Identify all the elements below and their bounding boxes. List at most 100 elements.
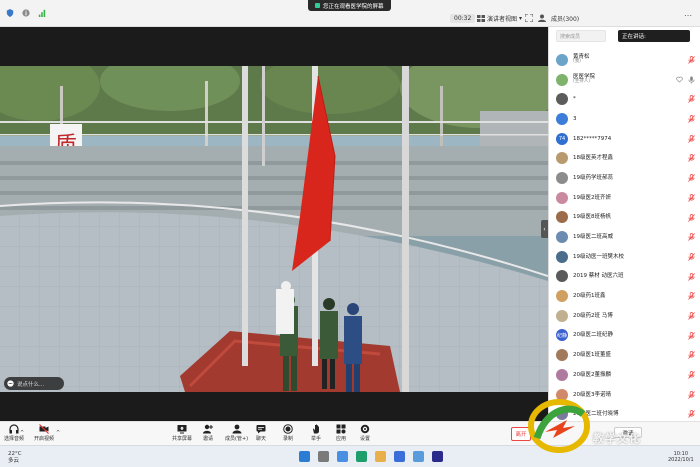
mic-muted-icon[interactable] bbox=[688, 371, 695, 379]
clock[interactable]: 10:10 2022/10/1 bbox=[668, 451, 694, 463]
avatar bbox=[556, 290, 568, 303]
app-window: 您正在观看医学院的屏幕 00:32 演讲者视图 ▾ 成员(300) ⋯ 质 说点… bbox=[0, 0, 700, 467]
member-row[interactable]: 19级药学班郝蕊 bbox=[549, 168, 700, 188]
member-row[interactable]: 2019 蔡材 动医六班 bbox=[549, 267, 700, 287]
chat-label: 聊天 bbox=[256, 436, 267, 442]
member-row[interactable]: 20级药2班 马博 bbox=[549, 306, 700, 326]
member-name: 20级药1班鑫 bbox=[573, 293, 606, 299]
chat-icon bbox=[256, 425, 266, 434]
window-icons bbox=[525, 14, 546, 22]
invite-toolbar-button[interactable]: 邀请 bbox=[203, 424, 213, 442]
mic-muted-icon[interactable] bbox=[688, 134, 695, 143]
member-row[interactable]: 纪静 20级医二班纪静 bbox=[549, 326, 700, 346]
video-options-chevron[interactable]: ^ bbox=[56, 430, 60, 436]
collapse-panel-handle[interactable]: ‹ bbox=[541, 220, 548, 238]
raise-hand-button[interactable]: 举手 bbox=[311, 424, 321, 442]
member-row[interactable]: 19级医8班杨帆 bbox=[549, 208, 700, 228]
mic-muted-icon[interactable] bbox=[688, 154, 695, 163]
member-name: 黄青松 (我) bbox=[573, 54, 590, 65]
watermark-text: 教学文化 bbox=[593, 432, 641, 445]
member-name: 20级医二班纪静 bbox=[573, 332, 613, 338]
member-name: 182*****7974 bbox=[573, 136, 611, 142]
mic-muted-icon[interactable] bbox=[688, 115, 695, 123]
member-row[interactable]: 黄青松 (我) bbox=[549, 50, 700, 70]
member-name: 2019 蔡材 动医六班 bbox=[573, 273, 624, 279]
fullscreen-icon[interactable] bbox=[525, 14, 533, 22]
mic-muted-icon[interactable] bbox=[688, 410, 695, 419]
meeting-timer: 00:32 bbox=[450, 14, 476, 23]
member-row[interactable]: 20级医2董振麟 bbox=[549, 365, 700, 385]
record-button[interactable]: 录制 bbox=[283, 424, 293, 442]
member-row[interactable]: 20级药1班鑫 bbox=[549, 286, 700, 306]
chat-input[interactable]: 说点什么... bbox=[4, 377, 64, 390]
member-name-text: * bbox=[573, 96, 576, 103]
top-bar: 您正在观看医学院的屏幕 00:32 演讲者视图 ▾ 成员(300) ⋯ bbox=[0, 0, 700, 27]
avatar bbox=[556, 152, 568, 165]
member-row[interactable]: 74 182*****7974 bbox=[549, 129, 700, 149]
apps-button[interactable]: 应用 bbox=[336, 424, 346, 442]
shared-video: 质 bbox=[0, 66, 548, 392]
member-row[interactable]: * bbox=[549, 89, 700, 109]
person-icon[interactable] bbox=[538, 14, 546, 22]
member-name: 19级动医一班樊木校 bbox=[573, 254, 624, 260]
member-list: 黄青松 (我) 医医学院 (主持人) * 3 74 182*****7974 18级医英才程鑫 1… bbox=[549, 50, 700, 421]
mic-muted-icon[interactable] bbox=[688, 233, 695, 241]
member-row[interactable]: 18级医英才程鑫 bbox=[549, 148, 700, 168]
mic-muted-icon[interactable] bbox=[688, 292, 695, 301]
member-name-text: 19级医2班齐妍 bbox=[573, 194, 611, 201]
mic-muted-icon[interactable] bbox=[688, 213, 695, 222]
record-icon bbox=[283, 424, 293, 434]
view-mode-button[interactable]: 演讲者视图 ▾ bbox=[477, 14, 522, 23]
edge-browser-icon[interactable] bbox=[356, 451, 367, 462]
settings-button[interactable]: 设置 bbox=[360, 424, 370, 442]
mic-muted-icon[interactable] bbox=[688, 351, 695, 360]
meeting-app-icon[interactable] bbox=[394, 451, 405, 462]
weather-widget[interactable]: 22°C 多云 bbox=[8, 451, 22, 464]
member-row[interactable]: 19级医2班齐妍 bbox=[549, 188, 700, 208]
store-icon[interactable] bbox=[413, 451, 424, 462]
avatar bbox=[556, 53, 568, 66]
mic-muted-icon[interactable] bbox=[688, 253, 695, 261]
watermark-logo bbox=[528, 399, 590, 453]
more-icon[interactable]: ⋯ bbox=[684, 11, 692, 20]
search-icon[interactable] bbox=[318, 451, 329, 462]
settings-label: 设置 bbox=[360, 436, 371, 442]
member-row[interactable]: 20级医1班董盛 bbox=[549, 345, 700, 365]
signal-icon[interactable] bbox=[38, 9, 46, 17]
chat-input-placeholder: 说点什么... bbox=[17, 381, 45, 388]
windows-start-icon[interactable] bbox=[299, 451, 310, 462]
members-button[interactable]: 成员(管+) bbox=[225, 424, 248, 442]
chevron-up-icon: ^ bbox=[56, 430, 61, 436]
app-icon[interactable] bbox=[432, 451, 443, 462]
member-row[interactable]: 19级动医一班樊木校 bbox=[549, 247, 700, 267]
mic-muted-icon[interactable] bbox=[688, 174, 695, 182]
avatar bbox=[556, 191, 568, 204]
member-name-text: 182*****7974 bbox=[573, 135, 612, 142]
mic-muted-icon[interactable] bbox=[688, 331, 695, 340]
shield-icon[interactable] bbox=[6, 9, 14, 17]
video-button[interactable]: 开启视频 bbox=[34, 424, 54, 442]
task-view-icon[interactable] bbox=[337, 451, 348, 462]
member-search-input[interactable]: 搜索成员 bbox=[556, 30, 606, 42]
mic-muted-icon[interactable] bbox=[688, 95, 695, 104]
mic-muted-icon[interactable] bbox=[688, 193, 695, 202]
audio-options-chevron[interactable]: ^ bbox=[20, 430, 24, 436]
file-explorer-icon[interactable] bbox=[375, 451, 386, 462]
member-row[interactable]: 3 bbox=[549, 109, 700, 129]
mic-muted-icon[interactable] bbox=[688, 272, 695, 281]
info-icon[interactable] bbox=[22, 9, 30, 17]
mic-muted-icon[interactable] bbox=[688, 312, 695, 320]
share-screen-button[interactable]: 共享屏幕 bbox=[172, 424, 192, 442]
avatar bbox=[556, 349, 568, 362]
share-banner[interactable]: 您正在观看医学院的屏幕 bbox=[308, 0, 391, 11]
apps-label: 应用 bbox=[336, 436, 347, 442]
member-row[interactable]: 医医学院 (主持人) bbox=[549, 70, 700, 90]
mic-icon[interactable] bbox=[688, 76, 695, 84]
member-row[interactable]: 19级医二班高威 bbox=[549, 227, 700, 247]
mic-muted-icon[interactable] bbox=[688, 56, 695, 64]
avatar bbox=[556, 231, 568, 244]
mic-muted-icon[interactable] bbox=[688, 390, 695, 399]
speaking-label: 正在讲话: bbox=[622, 34, 646, 40]
chat-button[interactable]: 聊天 bbox=[256, 424, 266, 442]
share-indicator-icon bbox=[315, 3, 320, 8]
